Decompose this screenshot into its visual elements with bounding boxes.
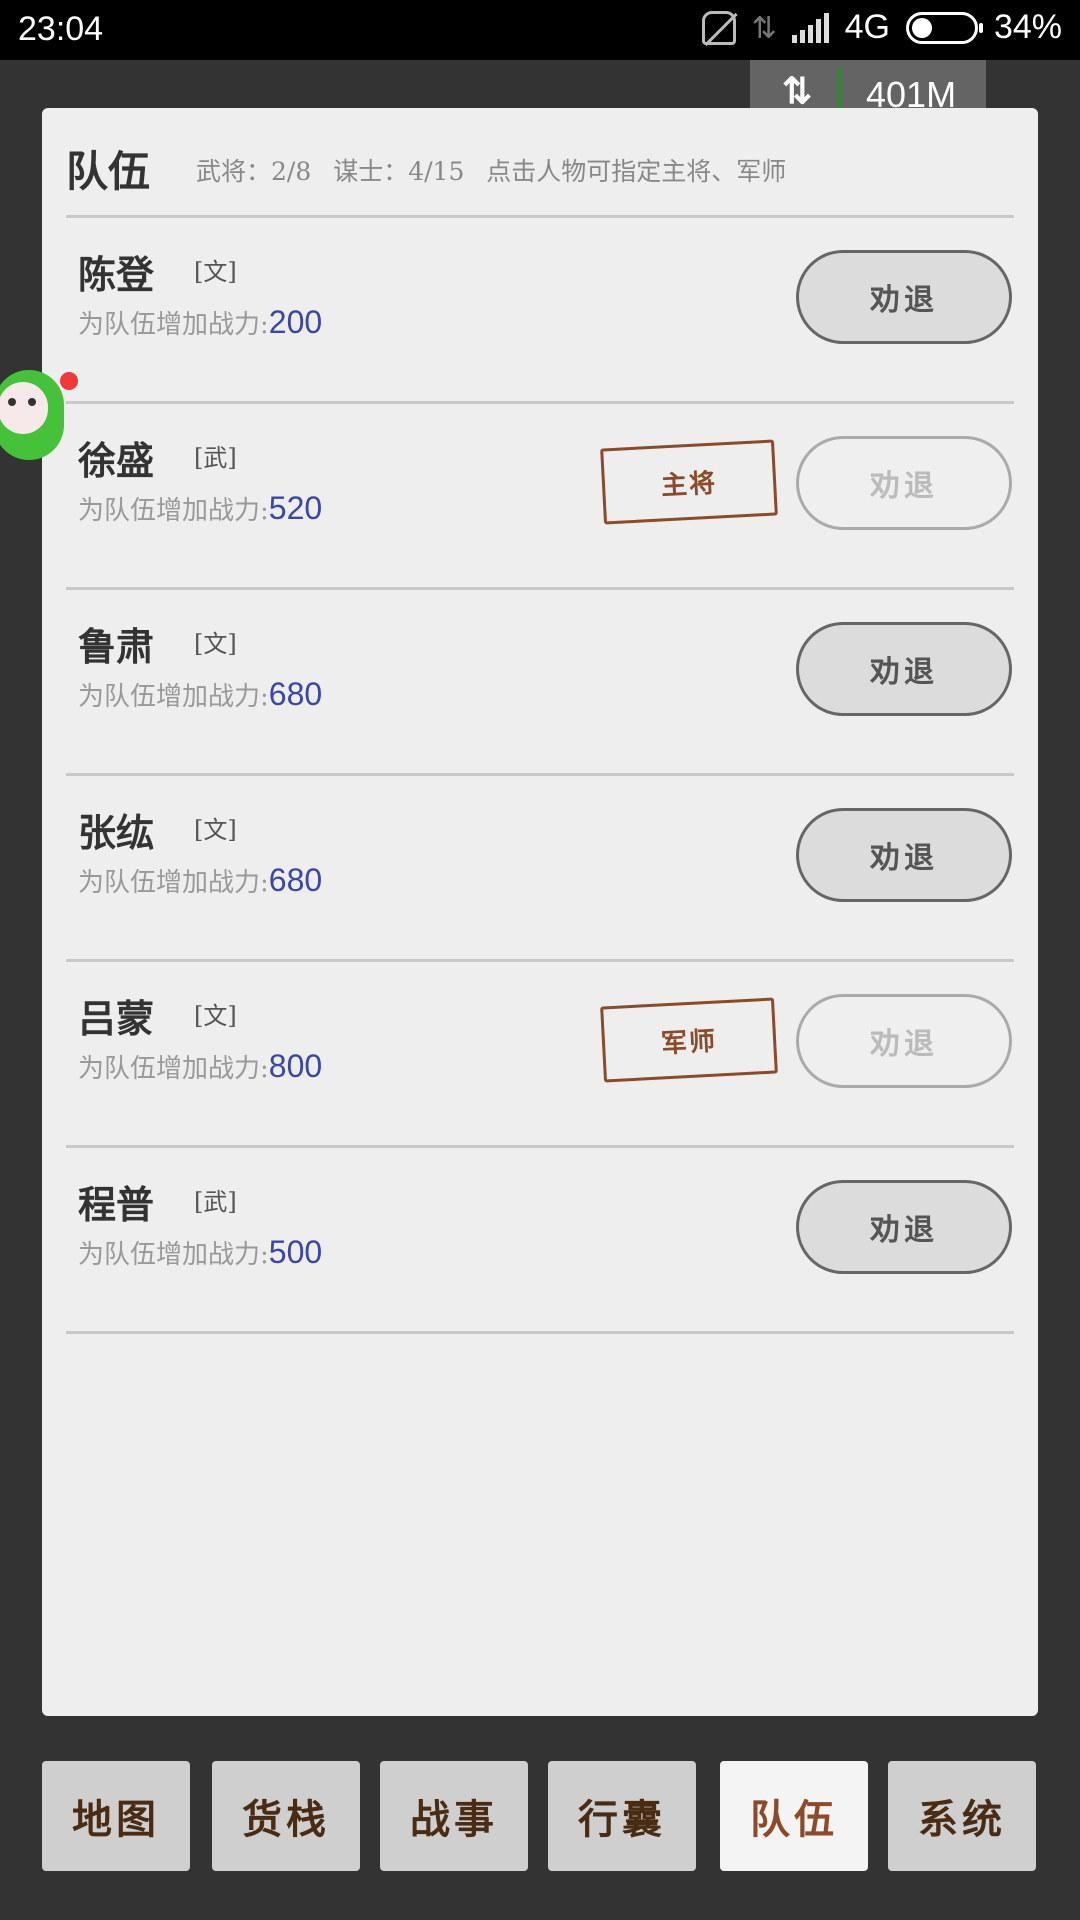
power-label: 为队伍增加战力: — [78, 682, 269, 712]
member-power: 为队伍增加战力:200 — [78, 304, 322, 341]
member-type-tag: [武] — [194, 1188, 237, 1216]
advisors-count: 谋士：4/15 — [333, 157, 465, 186]
power-label: 为队伍增加战力: — [78, 1054, 269, 1084]
page-title: 队伍 — [66, 147, 151, 196]
data-transfer-icon: ⇅ — [751, 11, 777, 45]
nav-system[interactable]: 系统 — [888, 1761, 1036, 1871]
signal-icon — [791, 12, 829, 43]
power-label: 为队伍增加战力: — [78, 496, 269, 526]
generals-count: 武将：2/8 — [196, 157, 312, 186]
dismiss-button[interactable]: 劝退 — [796, 622, 1012, 716]
power-label: 为队伍增加战力: — [78, 868, 269, 898]
power-value: 680 — [268, 862, 323, 898]
power-value: 520 — [268, 490, 323, 526]
member-power: 为队伍增加战力:680 — [78, 676, 322, 713]
status-time: 23:04 — [18, 10, 104, 48]
power-value: 500 — [268, 1234, 323, 1270]
swap-icon: ⇅ — [782, 70, 813, 111]
battery-icon — [905, 11, 983, 44]
nav-map[interactable]: 地图 — [42, 1761, 190, 1871]
member-power: 为队伍增加战力:500 — [78, 1234, 322, 1271]
dismiss-button[interactable]: 劝退 — [796, 1180, 1012, 1274]
member-name[interactable]: 陈登 — [78, 244, 154, 299]
team-panel: 队伍 武将：2/8 谋士：4/15 点击人物可指定主将、军师 陈登 [文] 为队… — [42, 108, 1038, 1716]
member-power: 为队伍增加战力:680 — [78, 862, 322, 899]
member-row[interactable]: 鲁肃 [文] 为队伍增加战力:680 劝退 — [66, 590, 1014, 776]
status-bar: 23:04 ⇅ 4G 34% — [0, 0, 1080, 60]
dismiss-button[interactable]: 劝退 — [796, 808, 1012, 902]
floating-mascot[interactable] — [0, 360, 78, 464]
member-row[interactable]: 徐盛 [武] 为队伍增加战力:520 主将 劝退 — [66, 404, 1014, 590]
network-type: 4G — [844, 8, 890, 46]
nav-battles[interactable]: 战事 — [380, 1761, 528, 1871]
panel-hint: 点击人物可指定主将、军师 — [486, 157, 787, 186]
member-name[interactable]: 张纮 — [78, 802, 154, 857]
bottom-nav: 地图 货栈 战事 行囊 队伍 系统 — [42, 1761, 1038, 1871]
panel-info: 武将：2/8 谋士：4/15 点击人物可指定主将、军师 — [196, 152, 800, 188]
power-value: 680 — [268, 676, 323, 712]
member-type-tag: [文] — [194, 258, 237, 286]
member-row[interactable]: 程普 [武] 为队伍增加战力:500 劝退 — [66, 1148, 1014, 1334]
member-power: 为队伍增加战力:520 — [78, 490, 322, 527]
member-type-tag: [武] — [194, 444, 237, 472]
member-name[interactable]: 吕蒙 — [78, 988, 154, 1043]
power-label: 为队伍增加战力: — [78, 310, 269, 340]
nav-team[interactable]: 队伍 — [720, 1761, 868, 1871]
dismiss-button[interactable]: 劝退 — [796, 436, 1012, 530]
divider — [66, 1331, 1014, 1334]
member-row[interactable]: 陈登 [文] 为队伍增加战力:200 劝退 — [66, 218, 1014, 404]
member-row[interactable]: 吕蒙 [文] 为队伍增加战力:800 军师 劝退 — [66, 962, 1014, 1148]
member-type-tag: [文] — [194, 630, 237, 658]
nav-inventory[interactable]: 行囊 — [548, 1761, 696, 1871]
member-name[interactable]: 徐盛 — [78, 430, 154, 485]
member-power: 为队伍增加战力:800 — [78, 1048, 322, 1085]
power-value: 200 — [268, 304, 323, 340]
member-type-tag: [文] — [194, 1002, 237, 1030]
power-label: 为队伍增加战力: — [78, 1240, 269, 1270]
member-row[interactable]: 张纮 [文] 为队伍增加战力:680 劝退 — [66, 776, 1014, 962]
power-value: 800 — [268, 1048, 323, 1084]
role-stamp: 主将 — [600, 439, 778, 525]
nav-shop[interactable]: 货栈 — [212, 1761, 360, 1871]
member-name[interactable]: 程普 — [78, 1174, 154, 1229]
battery-percent: 34% — [993, 8, 1062, 46]
dismiss-button[interactable]: 劝退 — [796, 250, 1012, 344]
member-name[interactable]: 鲁肃 — [78, 616, 154, 671]
dismiss-button[interactable]: 劝退 — [796, 994, 1012, 1088]
role-stamp: 军师 — [600, 997, 778, 1083]
panel-header: 队伍 武将：2/8 谋士：4/15 点击人物可指定主将、军师 — [66, 138, 1014, 208]
notification-dot — [60, 372, 78, 390]
mute-icon — [701, 10, 736, 45]
member-type-tag: [文] — [194, 816, 237, 844]
